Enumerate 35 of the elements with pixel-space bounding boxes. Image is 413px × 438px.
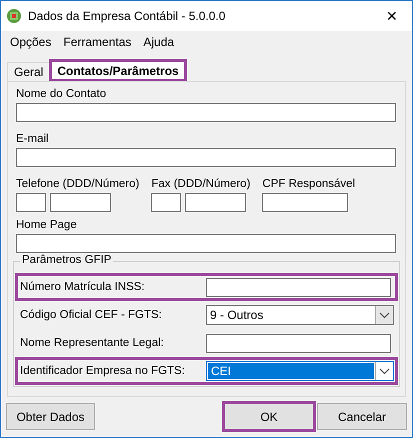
input-field[interactable] [206, 334, 391, 352]
tab[interactable]: Geral [7, 62, 50, 81]
field-label: Nome do Contato [16, 87, 108, 101]
menu-item[interactable]: Ajuda [141, 35, 176, 51]
input-field[interactable] [185, 193, 246, 212]
field-label: Nome Representante Legal: [20, 337, 165, 349]
dialog-button[interactable]: Cancelar [317, 403, 407, 430]
input-field[interactable] [16, 193, 46, 212]
input-field[interactable] [16, 234, 396, 253]
input-field[interactable] [151, 193, 182, 212]
dialog-button[interactable]: Obter Dados [6, 403, 95, 430]
dropdown[interactable]: CEI [206, 361, 394, 381]
field-label: E-mail [16, 132, 50, 146]
field-label: Número Matrícula INSS: [20, 281, 146, 293]
input-field[interactable] [262, 193, 348, 212]
input-field[interactable] [16, 103, 396, 122]
field-label: Telefone (DDD/Número) [16, 177, 140, 191]
caret-icon [375, 306, 393, 324]
input-field[interactable] [50, 193, 111, 212]
window-title: Dados da Empresa Contábil - 5.0.0.0 [28, 9, 226, 23]
field-label: CPF Responsável [262, 177, 356, 191]
group-title: Parâmetros GFIP [20, 254, 114, 266]
input-field[interactable] [206, 278, 391, 296]
tab[interactable]: Contatos/Parâmetros [50, 60, 186, 81]
dialog-button[interactable]: OK [224, 403, 314, 430]
menu-item[interactable]: Opções [8, 35, 54, 51]
field-label: Fax (DDD/Número) [151, 177, 250, 191]
close-button[interactable]: ✕ [372, 8, 412, 24]
input-field[interactable] [16, 148, 396, 167]
dropdown[interactable]: 9 - Outros [206, 305, 394, 325]
field-label: Código Oficial CEF - FGTS: [20, 309, 163, 321]
menu-item[interactable]: Ferramentas [61, 35, 134, 51]
app-icon [6, 8, 22, 24]
field-label: Home Page [16, 218, 78, 232]
field-label: Identificador Empresa no FGTS: [20, 365, 186, 377]
